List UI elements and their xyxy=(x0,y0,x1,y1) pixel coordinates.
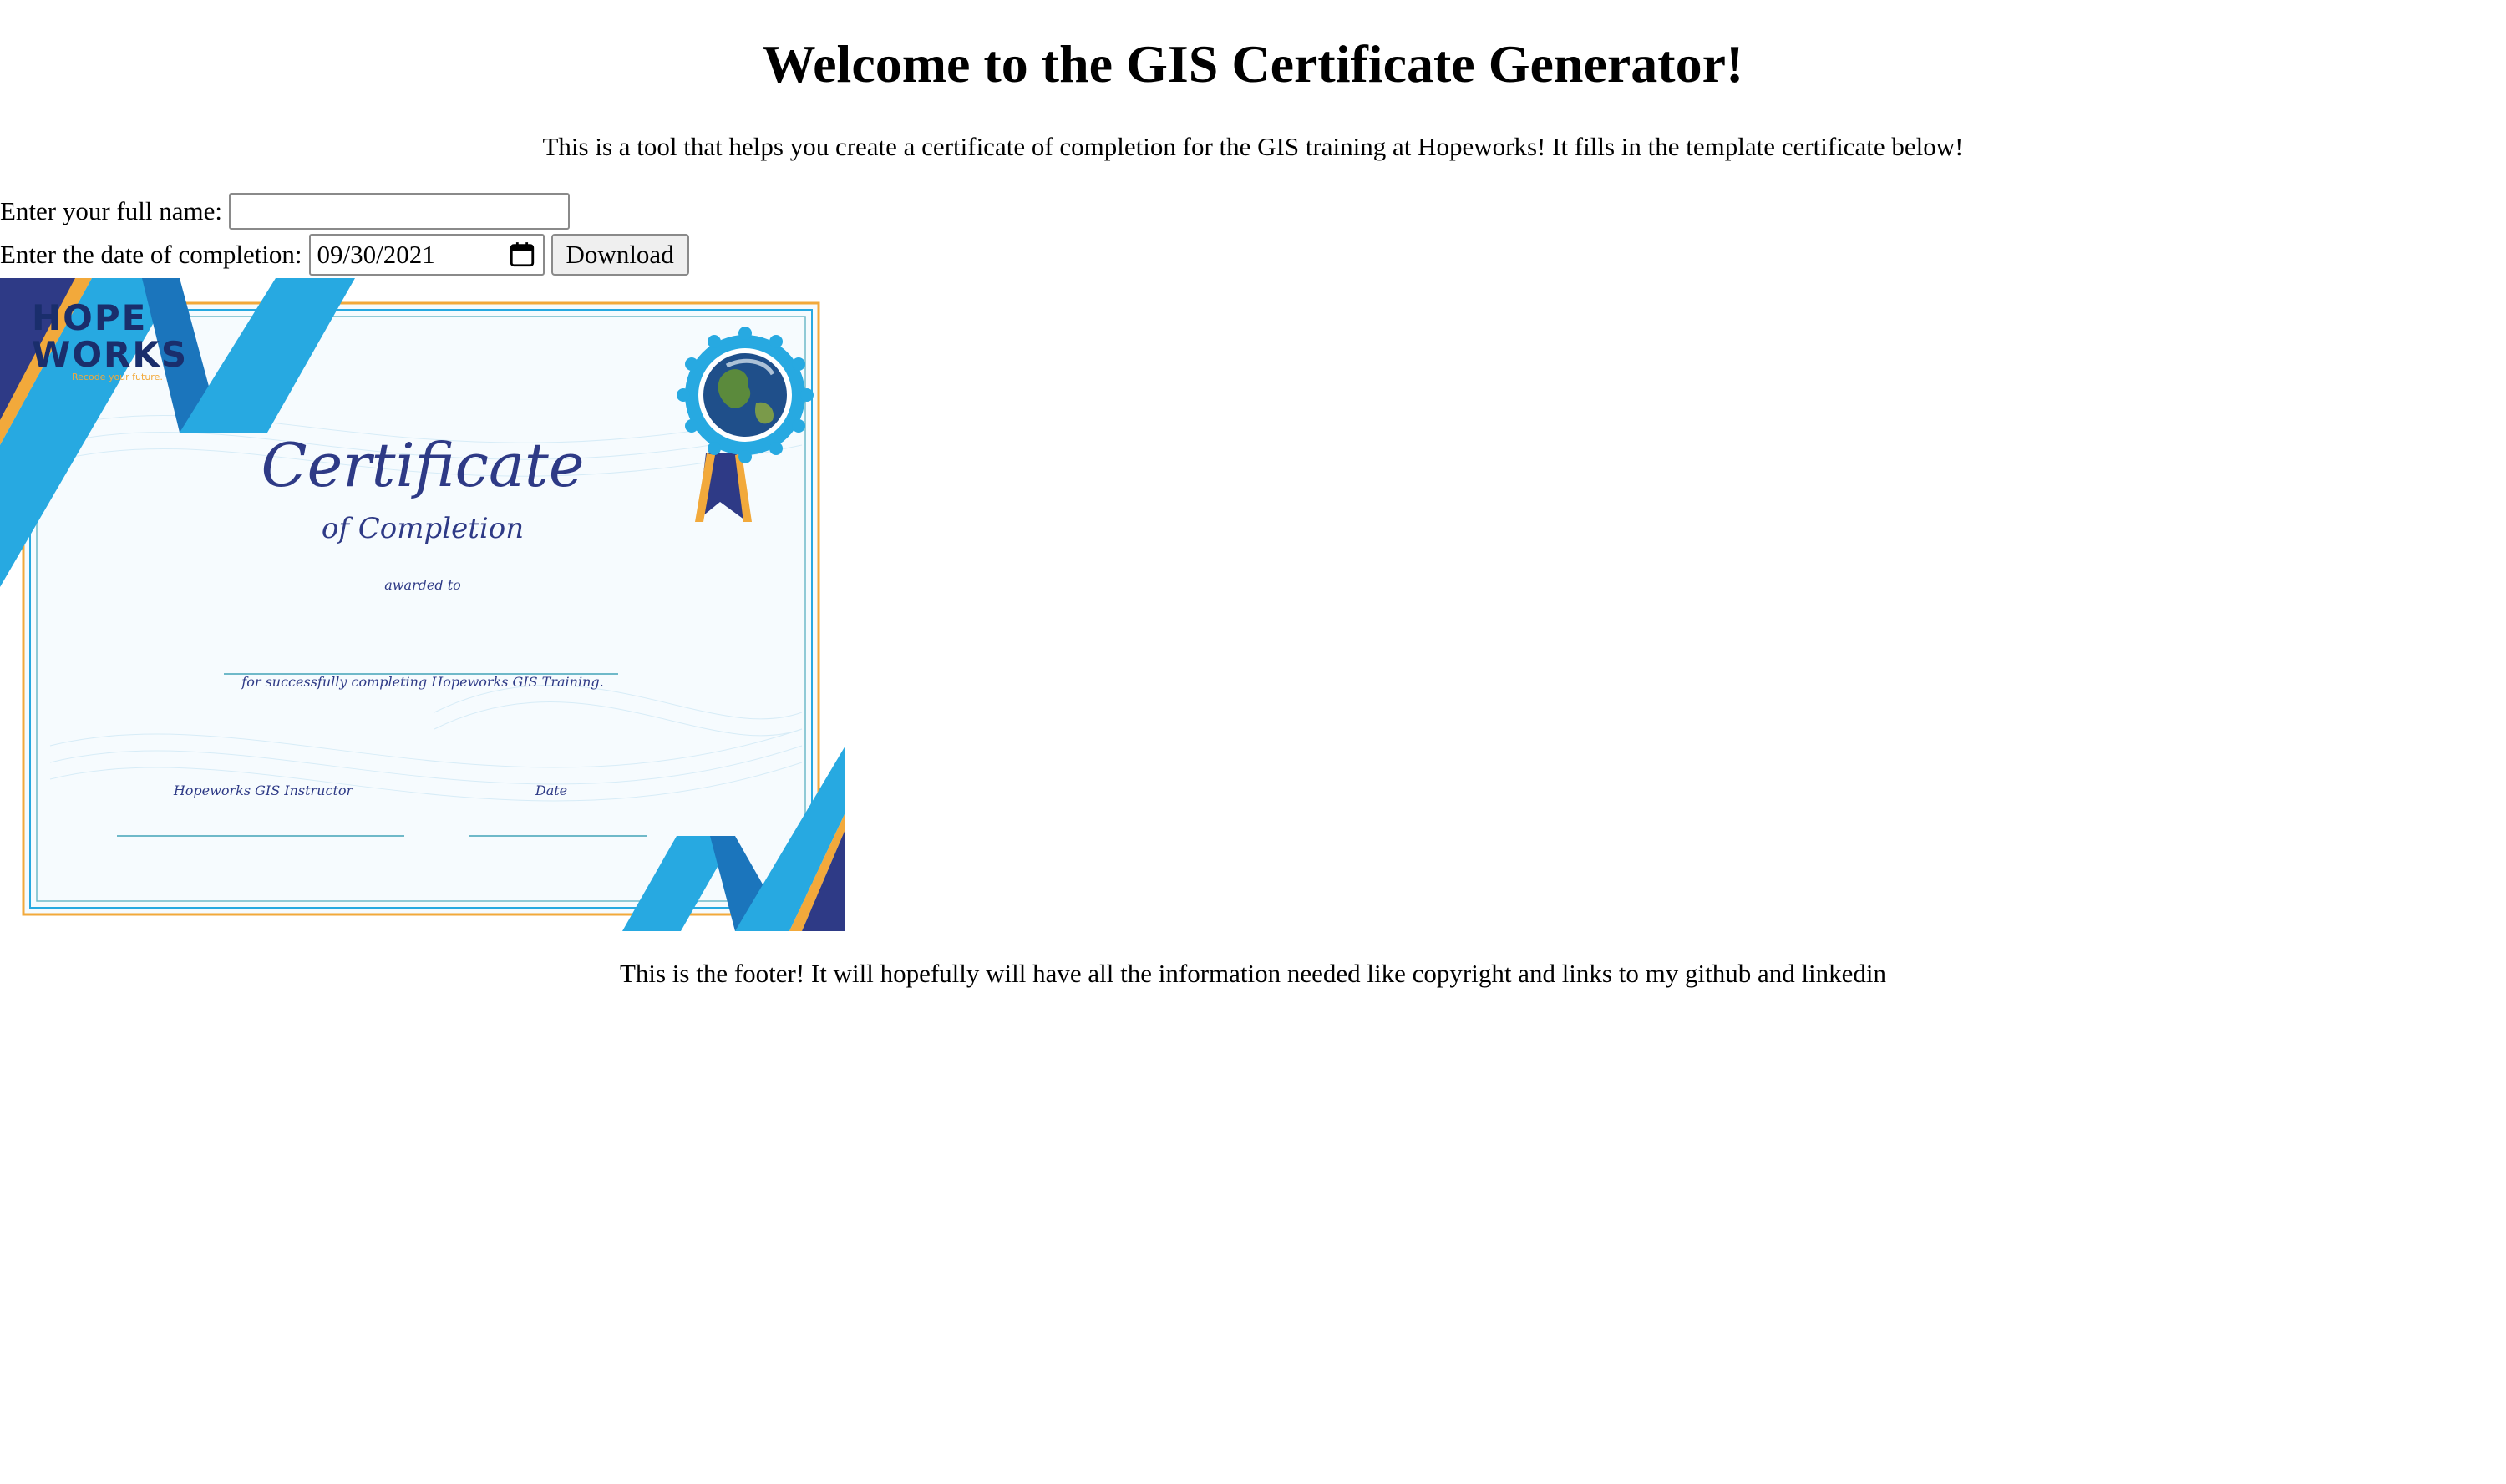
hopeworks-logo: HOPE WORKS xyxy=(32,300,188,373)
page-title: Welcome to the GIS Certificate Generator… xyxy=(762,34,1744,94)
completion-text: for successfully completing Hopeworks GI… xyxy=(241,674,604,690)
certificate-subtitle: of Completion xyxy=(321,512,525,545)
calendar-icon[interactable] xyxy=(508,241,536,269)
name-label: Enter your full name: xyxy=(0,196,222,225)
intro-text: This is a tool that helps you create a c… xyxy=(542,132,1964,161)
certificate-title: Certificate xyxy=(261,430,585,500)
awarded-to-text: awarded to xyxy=(384,577,461,593)
footer-text: This is the footer! It will hopefully wi… xyxy=(619,959,1887,988)
certificate-date-label: Date xyxy=(535,783,568,798)
logo-line-2: WORKS xyxy=(32,334,189,375)
date-value: 09/30/2021 xyxy=(317,240,435,269)
certificate-preview: HOPE WORKS Recode your future. Certifica… xyxy=(0,278,845,931)
date-row: Enter the date of completion: 09/30/2021… xyxy=(0,233,689,276)
completion-date-input[interactable]: 09/30/2021 xyxy=(308,234,545,276)
date-label: Enter the date of completion: xyxy=(0,240,302,269)
name-row: Enter your full name: xyxy=(0,190,570,232)
logo-line-1: HOPE xyxy=(32,297,148,338)
download-button[interactable]: Download xyxy=(550,234,689,276)
logo-tagline: Recode your future. xyxy=(72,372,163,382)
full-name-input[interactable] xyxy=(229,193,570,230)
instructor-label: Hopeworks GIS Instructor xyxy=(173,783,353,798)
